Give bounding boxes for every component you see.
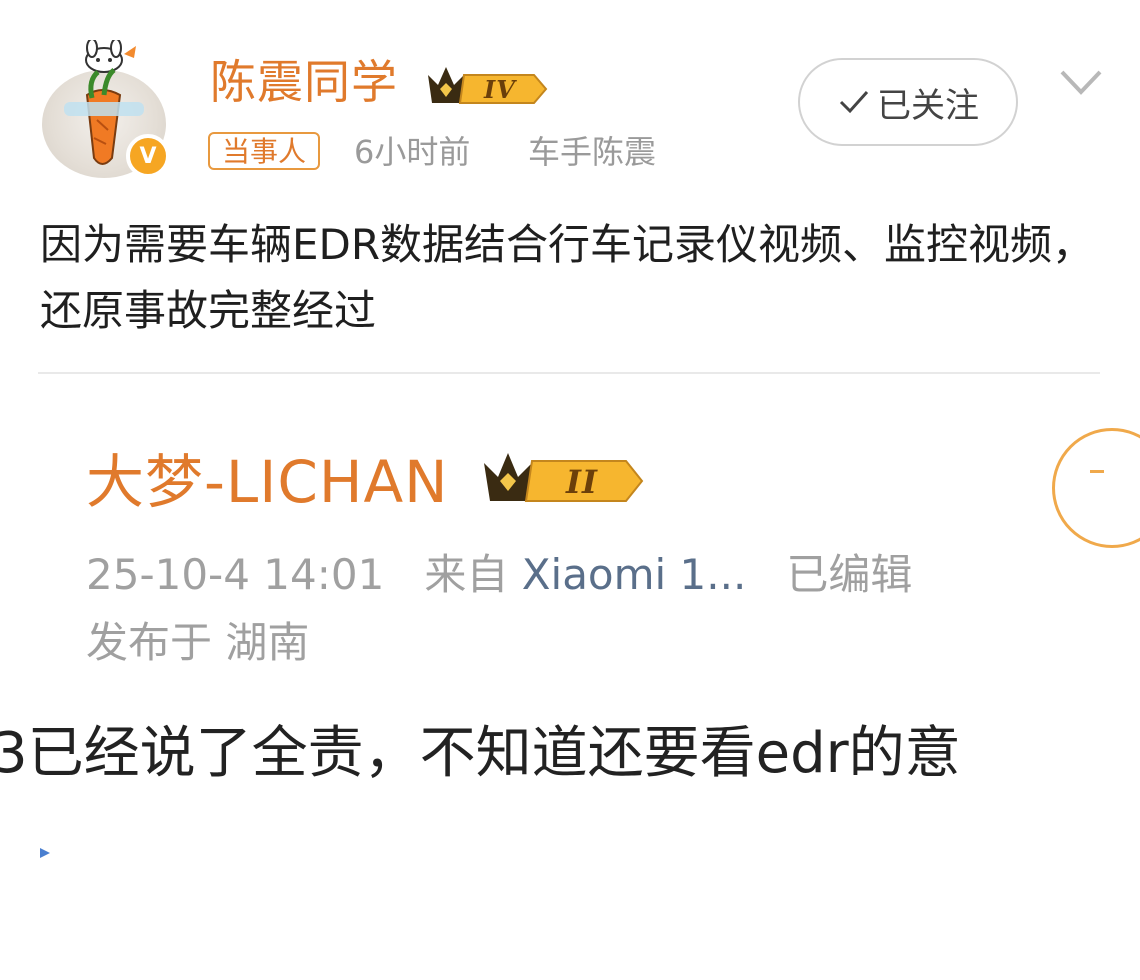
quoted-follow-circle: [1052, 428, 1140, 548]
quoted-level-text: II: [565, 463, 598, 501]
quoted-crown-icon: II: [480, 447, 646, 525]
quoted-username-text: 大梦-LICHAN: [86, 448, 449, 516]
quoted-device: Xiaomi 1...: [521, 550, 747, 599]
follow-label: 已关注: [877, 85, 979, 126]
verified-icon: V: [126, 134, 170, 178]
quoted-date: 25-10-4 14:01: [86, 550, 385, 599]
divider: [38, 372, 1100, 374]
post-time: 6小时前: [354, 133, 471, 171]
post-text: 因为需要车辆EDR数据结合行车记录仪视频、监控视频，还原事故完整经过: [40, 220, 1095, 335]
quoted-emoji-icon: [40, 848, 50, 858]
quoted-plus-icon: [1090, 470, 1104, 473]
quoted-username: 大梦-LICHAN II: [86, 446, 646, 525]
quoted-from-label: 来自: [424, 550, 509, 599]
username-text[interactable]: 陈震同学: [210, 55, 398, 109]
crown-level-icon: IV: [424, 63, 550, 109]
checkmark-icon: [839, 90, 869, 114]
follow-button[interactable]: 已关注: [798, 58, 1018, 146]
quoted-meta-line: 25-10-4 14:01 来自 Xiaomi 1... 已编辑: [86, 548, 912, 602]
role-tag: 当事人: [208, 132, 321, 170]
chevron-down-icon[interactable]: [1056, 62, 1106, 102]
level-text: IV: [483, 75, 517, 104]
post-username[interactable]: 陈震同学 IV: [210, 52, 550, 112]
quoted-edited: 已编辑: [786, 550, 913, 599]
post-source[interactable]: 车手陈震: [528, 130, 656, 174]
quoted-location: 发布于 湖南: [86, 618, 310, 667]
quoted-text: 3已经说了全责，不知道还要看edr的意: [0, 721, 961, 786]
